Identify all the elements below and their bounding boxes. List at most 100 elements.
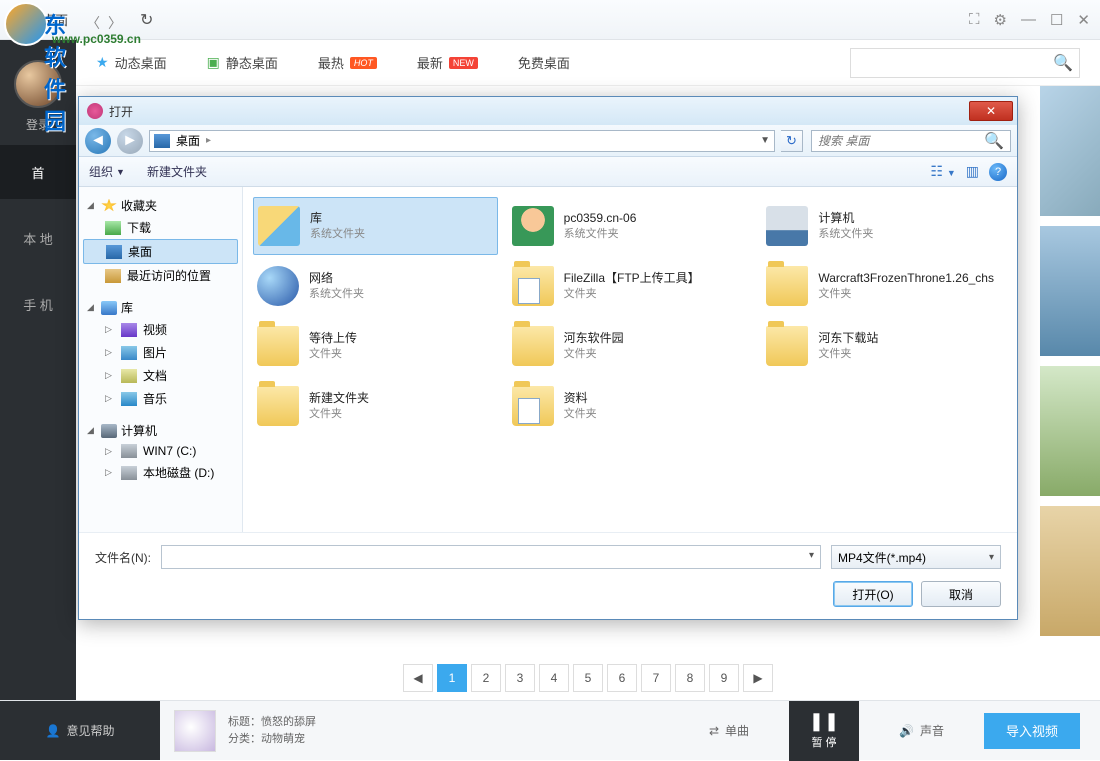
dialog-close-button[interactable]: ✕: [969, 101, 1013, 121]
file-item[interactable]: 资料文件夹: [508, 377, 753, 435]
folder-icon: [766, 326, 808, 366]
nav-forward-button[interactable]: ►: [117, 128, 143, 154]
file-item[interactable]: 河东下载站文件夹: [762, 317, 1007, 375]
preview-pane-icon[interactable]: ▥: [966, 163, 979, 181]
page-prev[interactable]: ◀: [403, 664, 433, 692]
page-number[interactable]: 6: [607, 664, 637, 692]
category-newest[interactable]: 最新 NEW: [417, 53, 478, 72]
file-item[interactable]: 库系统文件夹: [253, 197, 498, 255]
file-item[interactable]: 等待上传文件夹: [253, 317, 498, 375]
pagination: ◀ 1 2 3 4 5 6 7 8 9 ▶: [76, 656, 1100, 700]
address-text: 桌面: [176, 132, 200, 149]
pause-button[interactable]: ❚❚ 暂 停: [789, 701, 859, 761]
page-number[interactable]: 3: [505, 664, 535, 692]
settings-icon[interactable]: ⚙: [994, 11, 1007, 29]
file-name: 等待上传: [309, 330, 357, 347]
search-icon[interactable]: 🔍: [984, 131, 1004, 151]
tree-pictures[interactable]: ▷图片: [83, 341, 238, 364]
nav-back-button[interactable]: ◄: [85, 128, 111, 154]
open-button[interactable]: 打开(O): [833, 581, 913, 607]
folder-icon: [257, 266, 299, 306]
dialog-app-icon: [87, 103, 103, 119]
wallpaper-thumb[interactable]: [1040, 366, 1100, 496]
new-folder-button[interactable]: 新建文件夹: [147, 163, 207, 180]
navigation-tree: ◢ 收藏夹 下载 桌面 最近访问的位置 ◢ 库 ▷视频 ▷图片 ▷文档 ▷音乐: [79, 187, 243, 532]
page-number[interactable]: 1: [437, 664, 467, 692]
search-input[interactable]: [851, 56, 1047, 70]
tree-computer[interactable]: ◢ 计算机: [83, 420, 238, 441]
tree-video[interactable]: ▷视频: [83, 318, 238, 341]
wallpaper-thumb[interactable]: [1040, 226, 1100, 356]
category-label: 静态桌面: [226, 53, 278, 72]
nav-back-icon[interactable]: 〈: [86, 13, 100, 27]
file-name: Warcraft3FrozenThrone1.26_chs: [818, 270, 994, 287]
category-static[interactable]: ▣ 静态桌面: [207, 53, 278, 72]
view-options-icon[interactable]: ☷ ▼: [930, 163, 955, 181]
file-item[interactable]: 网络系统文件夹: [253, 257, 498, 315]
page-number[interactable]: 7: [641, 664, 671, 692]
display-icon[interactable]: ⛶: [969, 11, 980, 29]
tree-music[interactable]: ▷音乐: [83, 387, 238, 410]
folder-icon: [512, 206, 554, 246]
wallpaper-thumb[interactable]: [1040, 86, 1100, 216]
loop-button[interactable]: ⇄ 单曲: [709, 722, 749, 739]
page-number[interactable]: 5: [573, 664, 603, 692]
filename-input[interactable]: [161, 545, 821, 569]
file-item[interactable]: 河东软件园文件夹: [508, 317, 753, 375]
nav-forward-icon[interactable]: 〉: [108, 13, 122, 27]
wallpaper-thumb[interactable]: [1040, 506, 1100, 636]
feedback-link[interactable]: 👤 意见帮助: [0, 701, 160, 760]
category-free[interactable]: 免费桌面: [518, 53, 570, 72]
tree-desktop[interactable]: 桌面: [83, 239, 238, 264]
file-type: 文件夹: [564, 347, 624, 362]
file-item[interactable]: FileZilla【FTP上传工具】文件夹: [508, 257, 753, 315]
dialog-titlebar: 打开 ✕: [79, 97, 1017, 125]
tree-drive-d[interactable]: ▷本地磁盘 (D:): [83, 461, 238, 484]
address-refresh-button[interactable]: ↻: [781, 130, 803, 152]
category-label: 免费桌面: [518, 53, 570, 72]
help-icon[interactable]: ?: [989, 163, 1007, 181]
tree-downloads[interactable]: 下载: [83, 216, 238, 239]
category-bar: ★ 动态桌面 ▣ 静态桌面 最热 HOT 最新 NEW 免费桌面: [76, 40, 1100, 86]
tree-recent[interactable]: 最近访问的位置: [83, 264, 238, 287]
folder-icon: [512, 266, 554, 306]
sidebar-item-home[interactable]: 首: [0, 145, 76, 199]
file-type: 系统文件夹: [310, 227, 365, 242]
page-number[interactable]: 9: [709, 664, 739, 692]
file-item[interactable]: pc0359.cn-06系统文件夹: [508, 197, 753, 255]
organize-button[interactable]: 组织 ▼: [89, 163, 125, 180]
tree-favorites[interactable]: ◢ 收藏夹: [83, 195, 238, 216]
page-next[interactable]: ▶: [743, 664, 773, 692]
address-dropdown-icon[interactable]: ▼: [760, 135, 770, 146]
file-item[interactable]: Warcraft3FrozenThrone1.26_chs文件夹: [762, 257, 1007, 315]
tree-drive-c[interactable]: ▷WIN7 (C:): [83, 441, 238, 461]
filetype-select[interactable]: MP4文件(*.mp4): [831, 545, 1001, 569]
dialog-search-input[interactable]: [818, 134, 984, 148]
category-dynamic[interactable]: ★ 动态桌面: [96, 53, 167, 72]
documents-icon: [121, 369, 137, 383]
close-icon[interactable]: ✕: [1077, 11, 1090, 29]
tree-label: 库: [121, 299, 133, 316]
tree-documents[interactable]: ▷文档: [83, 364, 238, 387]
cancel-button[interactable]: 取消: [921, 581, 1001, 607]
sidebar-item-mobile[interactable]: 手 机: [0, 277, 76, 331]
tree-libraries[interactable]: ◢ 库: [83, 297, 238, 318]
file-name: 库: [310, 210, 365, 227]
volume-button[interactable]: 🔊 声音: [899, 722, 944, 739]
tree-label: 收藏夹: [121, 197, 157, 214]
refresh-icon[interactable]: ↻: [140, 10, 153, 30]
watermark-url: www.pc0359.cn: [52, 32, 141, 46]
search-icon[interactable]: 🔍: [1047, 49, 1079, 77]
page-number[interactable]: 2: [471, 664, 501, 692]
maximize-icon[interactable]: ☐: [1050, 11, 1063, 29]
address-bar[interactable]: 桌面 ▸ ▼: [149, 130, 775, 152]
import-video-button[interactable]: 导入视频: [984, 713, 1080, 749]
file-item[interactable]: 新建文件夹文件夹: [253, 377, 498, 435]
sidebar-item-local[interactable]: 本 地: [0, 211, 76, 265]
desktop-icon: [154, 134, 170, 148]
category-hottest[interactable]: 最热 HOT: [318, 53, 377, 72]
file-item[interactable]: 计算机系统文件夹: [762, 197, 1007, 255]
minimize-icon[interactable]: —: [1021, 11, 1036, 29]
page-number[interactable]: 8: [675, 664, 705, 692]
page-number[interactable]: 4: [539, 664, 569, 692]
